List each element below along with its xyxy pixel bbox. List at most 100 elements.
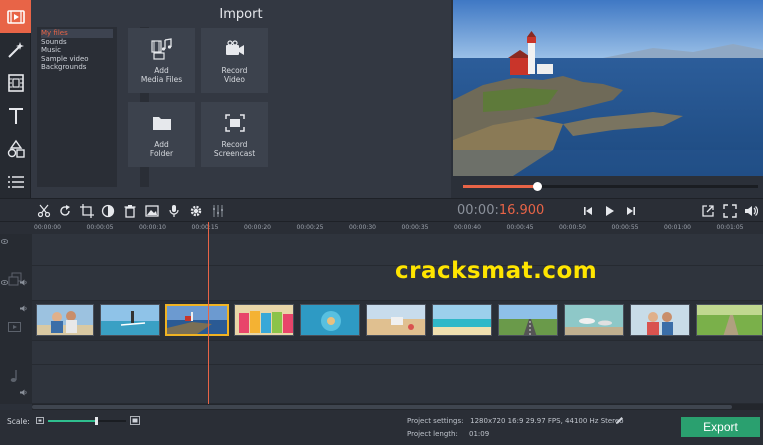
delete-button[interactable]: [120, 201, 140, 221]
video-clip[interactable]: [234, 304, 294, 336]
clip-thumbnail: [433, 305, 491, 335]
file-category-item[interactable]: My files: [41, 29, 113, 38]
scale-slider-handle[interactable]: [95, 417, 99, 425]
file-category-list: My files Sounds Music Sample video Backg…: [37, 27, 117, 187]
ruler-tick-label: 00:00:00: [34, 224, 61, 231]
detach-preview-button[interactable]: [698, 201, 718, 221]
camera-icon: [225, 40, 244, 55]
magic-wand-icon: [7, 41, 24, 58]
image-icon: [145, 205, 159, 217]
screencast-icon: [224, 114, 245, 132]
video-clip-selected[interactable]: [165, 304, 229, 336]
ruler-tick-label: 00:01:05: [716, 224, 744, 231]
contrast-icon: [101, 204, 115, 218]
video-editor-window: Import My files Sounds Music Sample vide…: [0, 0, 763, 445]
rotate-button[interactable]: [55, 201, 75, 221]
color-adjust-button[interactable]: [98, 201, 118, 221]
fullscreen-button[interactable]: [720, 201, 740, 221]
ruler-tick-label: 00:00:15: [191, 224, 219, 231]
music-note-icon: [10, 370, 17, 382]
record-screencast-button[interactable]: Record Screencast: [201, 102, 268, 167]
watermark-text: cracksmat.com: [395, 258, 598, 284]
filters-tool-button[interactable]: [0, 33, 31, 66]
scrubber-track[interactable]: [463, 182, 758, 191]
clip-thumbnail: [565, 305, 623, 335]
tile-label: Record Screencast: [213, 140, 256, 158]
speaker-icon[interactable]: [20, 305, 28, 312]
timecode-active: 16.900: [498, 203, 545, 218]
preview-scrubber[interactable]: [453, 176, 763, 198]
filmstrip-icon: [7, 73, 24, 92]
project-settings-value: 1280x720 16:9 29.97 FPS, 44100 Hz Stereo: [470, 417, 624, 425]
clip-thumbnail: [301, 305, 359, 335]
ruler-tick-label: 00:00:35: [401, 224, 429, 231]
export-button[interactable]: Export: [681, 417, 760, 437]
stickers-tool-button[interactable]: [0, 132, 31, 165]
more-tools-button[interactable]: [0, 165, 31, 198]
video-clip[interactable]: [630, 304, 690, 336]
titles-tool-button[interactable]: [0, 99, 31, 132]
eye-icon[interactable]: [1, 280, 8, 285]
video-clip[interactable]: [36, 304, 94, 336]
tile-label: Add Folder: [149, 140, 174, 158]
cut-button[interactable]: [34, 201, 54, 221]
video-clip[interactable]: [498, 304, 558, 336]
video-clip[interactable]: [564, 304, 624, 336]
scrubber-progress: [463, 185, 537, 188]
scrubber-handle[interactable]: [532, 182, 542, 191]
video-clip[interactable]: [432, 304, 492, 336]
scale-slider[interactable]: [48, 417, 126, 425]
settings-button[interactable]: [186, 201, 206, 221]
video-clip[interactable]: [100, 304, 160, 336]
file-category-item[interactable]: Sounds: [41, 38, 113, 47]
volume-button[interactable]: [741, 201, 761, 221]
speaker-icon[interactable]: [20, 389, 28, 396]
add-media-files-button[interactable]: Add Media Files: [128, 28, 195, 93]
ruler-tick-label: 00:00:30: [349, 224, 376, 231]
external-window-icon: [702, 205, 714, 217]
music-track-lane[interactable]: [32, 365, 763, 404]
equalizer-button[interactable]: [208, 201, 228, 221]
zoom-out-icon[interactable]: [36, 417, 44, 424]
video-clip[interactable]: [300, 304, 360, 336]
previous-frame-button[interactable]: [578, 201, 598, 221]
ruler-tick-label: 00:00:05: [86, 224, 114, 231]
file-category-item[interactable]: Sample video: [41, 55, 113, 64]
play-button[interactable]: [599, 201, 619, 221]
project-settings: Project settings: 1280x720 16:9 29.97 FP…: [407, 417, 624, 425]
file-category-item[interactable]: Backgrounds: [41, 63, 113, 72]
list-icon: [7, 175, 24, 188]
transitions-tool-button[interactable]: [0, 66, 31, 99]
timeline-ruler[interactable]: 00:00:00 00:00:05 00:00:10 00:00:15 00:00:20…: [0, 222, 763, 234]
track-header-overlay: [0, 266, 32, 301]
scrollbar-thumb[interactable]: [32, 405, 732, 409]
eye-icon[interactable]: [1, 239, 8, 244]
speaker-icon[interactable]: [20, 279, 28, 286]
timecode-static: 00:00:: [457, 203, 499, 218]
timeline-playhead[interactable]: [208, 222, 209, 404]
zoom-in-icon[interactable]: [130, 416, 140, 425]
scale-slider-fill: [48, 420, 97, 422]
project-length-value: 01:09: [469, 430, 490, 438]
scale-label: Scale:: [7, 417, 30, 426]
shapes-icon: [7, 139, 25, 158]
pencil-icon[interactable]: [615, 416, 624, 425]
record-audio-button[interactable]: [164, 201, 184, 221]
video-clip[interactable]: [366, 304, 426, 336]
video-clip[interactable]: [696, 304, 763, 336]
clip-properties-button[interactable]: [142, 201, 162, 221]
video-track-lane[interactable]: [32, 301, 763, 341]
project-settings-label: Project settings:: [407, 417, 464, 425]
import-tool-button[interactable]: [0, 0, 31, 33]
next-frame-button[interactable]: [621, 201, 641, 221]
ruler-tick-label: 00:00:25: [296, 224, 324, 231]
empty-track-lane[interactable]: [32, 341, 763, 365]
record-video-button[interactable]: Record Video: [201, 28, 268, 93]
play-icon: [606, 206, 614, 216]
video-preview[interactable]: [453, 0, 763, 176]
add-folder-button[interactable]: Add Folder: [128, 102, 195, 167]
file-category-item[interactable]: Music: [41, 46, 113, 55]
media-files-icon: [150, 38, 172, 60]
crop-button[interactable]: [77, 201, 97, 221]
ruler-tick-label: 00:00:40: [454, 224, 481, 231]
